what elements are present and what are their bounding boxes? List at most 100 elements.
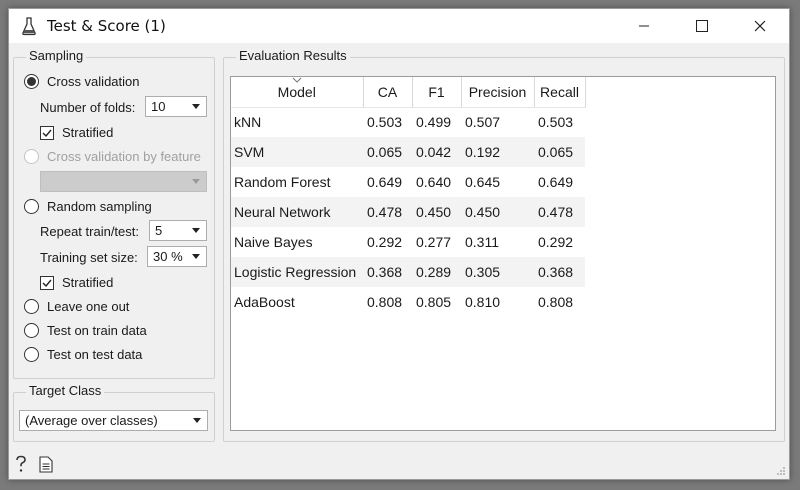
repeat-row: Repeat train/test: xyxy=(40,224,139,239)
table-cell: 0.810 xyxy=(465,294,501,310)
target-class-group: Target Class (Average over classes) xyxy=(13,383,215,442)
cv-by-feature-radio[interactable] xyxy=(24,149,39,164)
window-title: Test & Score (1) xyxy=(47,17,166,35)
table-cell: 0.499 xyxy=(416,114,452,131)
table-cell: 0.503 xyxy=(367,114,403,131)
table-cell: 0.649 xyxy=(538,174,574,190)
repeat-label: Repeat train/test: xyxy=(40,224,139,239)
cross-validation-option[interactable]: Cross validation xyxy=(24,74,140,89)
help-button[interactable] xyxy=(13,455,29,476)
test-and-score-window: Test & Score (1) Sampling Cross validati… xyxy=(8,8,790,480)
train-size-label: Training set size: xyxy=(40,250,138,265)
report-icon xyxy=(39,455,53,473)
table-row[interactable]: Random Forest 0.649 0.640 0.645 0.649 xyxy=(231,167,585,197)
column-header-model[interactable]: Model xyxy=(231,77,364,108)
table-cell: 0.503 xyxy=(538,114,574,131)
table-cell: 0.507 xyxy=(465,114,501,131)
chevron-down-icon xyxy=(192,254,200,259)
folds-select[interactable]: 10 xyxy=(145,96,207,117)
model-name-cell: Naive Bayes xyxy=(234,234,313,250)
maximize-button[interactable] xyxy=(673,9,731,43)
close-button[interactable] xyxy=(731,9,789,43)
stratified-cv-option[interactable]: Stratified xyxy=(40,125,113,140)
cv-by-feature-option[interactable]: Cross validation by feature xyxy=(24,149,201,164)
table-cell: 0.368 xyxy=(534,257,585,287)
column-header-recall[interactable]: Recall xyxy=(534,77,586,108)
test-on-test-radio[interactable] xyxy=(24,347,39,362)
table-cell: 0.805 xyxy=(416,294,452,310)
table-cell: 0.649 xyxy=(367,174,403,190)
column-header-precision[interactable]: Precision xyxy=(461,77,535,108)
table-cell: 0.292 xyxy=(538,234,574,250)
column-label: Recall xyxy=(540,83,579,100)
test-on-train-radio[interactable] xyxy=(24,323,39,338)
model-name-cell: Random Forest xyxy=(234,174,331,190)
leave-one-out-radio[interactable] xyxy=(24,299,39,314)
report-button[interactable] xyxy=(39,455,53,476)
table-row[interactable]: kNN 0.503 0.499 0.507 0.503 xyxy=(231,107,585,137)
table-row[interactable]: Neural Network 0.478 0.450 0.450 0.478 xyxy=(231,197,585,227)
train-size-value: 30 % xyxy=(153,249,183,264)
minimize-button[interactable] xyxy=(615,9,673,43)
table-header-row: Model CA F1 Precision Recall xyxy=(231,77,586,108)
test-on-train-option[interactable]: Test on train data xyxy=(24,323,147,338)
column-header-f1[interactable]: F1 xyxy=(412,77,462,108)
model-name-cell: Neural Network xyxy=(231,197,363,227)
table-row[interactable]: Logistic Regression 0.368 0.289 0.305 0.… xyxy=(231,257,585,287)
column-header-ca[interactable]: CA xyxy=(363,77,413,108)
target-class-title: Target Class xyxy=(26,383,105,398)
cv-feature-select[interactable] xyxy=(40,171,207,192)
table-cell: 0.289 xyxy=(412,257,461,287)
checkmark-icon xyxy=(42,129,52,137)
table-row[interactable]: SVM 0.065 0.042 0.192 0.065 xyxy=(231,137,585,167)
column-label: CA xyxy=(377,83,398,100)
leave-one-out-label: Leave one out xyxy=(47,299,130,314)
flask-icon xyxy=(22,17,36,36)
table-cell: 0.450 xyxy=(412,197,461,227)
maximize-icon xyxy=(696,20,708,32)
table-cell: 0.311 xyxy=(465,234,499,250)
results-table-frame: Model CA F1 Precision Recall kNN 0.503 0… xyxy=(230,76,776,431)
table-cell: 0.042 xyxy=(412,137,461,167)
table-cell: 0.808 xyxy=(367,294,403,310)
stratified-rs-option[interactable]: Stratified xyxy=(40,275,113,290)
table-cell: 0.192 xyxy=(461,137,534,167)
table-cell: 0.808 xyxy=(538,294,574,310)
target-class-select[interactable]: (Average over classes) xyxy=(19,410,208,431)
results-table: Model CA F1 Precision Recall kNN 0.503 0… xyxy=(231,77,586,317)
test-on-train-label: Test on train data xyxy=(47,323,147,338)
cross-validation-radio[interactable] xyxy=(24,74,39,89)
table-cell: 0.645 xyxy=(465,174,501,190)
cross-validation-label: Cross validation xyxy=(47,74,140,89)
cv-by-feature-label: Cross validation by feature xyxy=(47,149,201,164)
title-bar: Test & Score (1) xyxy=(9,9,789,43)
sampling-title: Sampling xyxy=(26,48,87,63)
stratified-cv-label: Stratified xyxy=(62,125,114,140)
table-cell: 0.065 xyxy=(534,137,585,167)
repeat-select[interactable]: 5 xyxy=(149,220,207,241)
column-label: Precision xyxy=(468,83,527,100)
chevron-down-icon xyxy=(192,179,200,184)
table-cell: 0.065 xyxy=(363,137,412,167)
column-label: Model xyxy=(277,83,316,100)
resize-grip-icon[interactable] xyxy=(776,466,786,476)
table-cell: 0.640 xyxy=(416,174,452,190)
stratified-rs-checkbox[interactable] xyxy=(40,275,54,290)
test-on-test-label: Test on test data xyxy=(47,347,143,362)
folds-label: Number of folds: xyxy=(40,100,136,115)
train-size-select[interactable]: 30 % xyxy=(147,246,207,267)
random-sampling-radio[interactable] xyxy=(24,199,39,214)
table-row[interactable]: AdaBoost 0.808 0.805 0.810 0.808 xyxy=(231,287,585,317)
leave-one-out-option[interactable]: Leave one out xyxy=(24,299,129,314)
model-name-cell: SVM xyxy=(231,137,363,167)
stratified-cv-checkbox[interactable] xyxy=(40,125,54,140)
folds-row: Number of folds: xyxy=(40,100,135,115)
evaluation-results-title: Evaluation Results xyxy=(236,48,350,63)
model-name-cell: Logistic Regression xyxy=(231,257,363,287)
random-sampling-option[interactable]: Random sampling xyxy=(24,199,152,214)
table-row[interactable]: Naive Bayes 0.292 0.277 0.311 0.292 xyxy=(231,227,585,257)
column-label: F1 xyxy=(428,83,445,100)
repeat-value: 5 xyxy=(155,223,163,238)
stratified-rs-label: Stratified xyxy=(62,275,114,290)
test-on-test-option[interactable]: Test on test data xyxy=(24,347,142,362)
